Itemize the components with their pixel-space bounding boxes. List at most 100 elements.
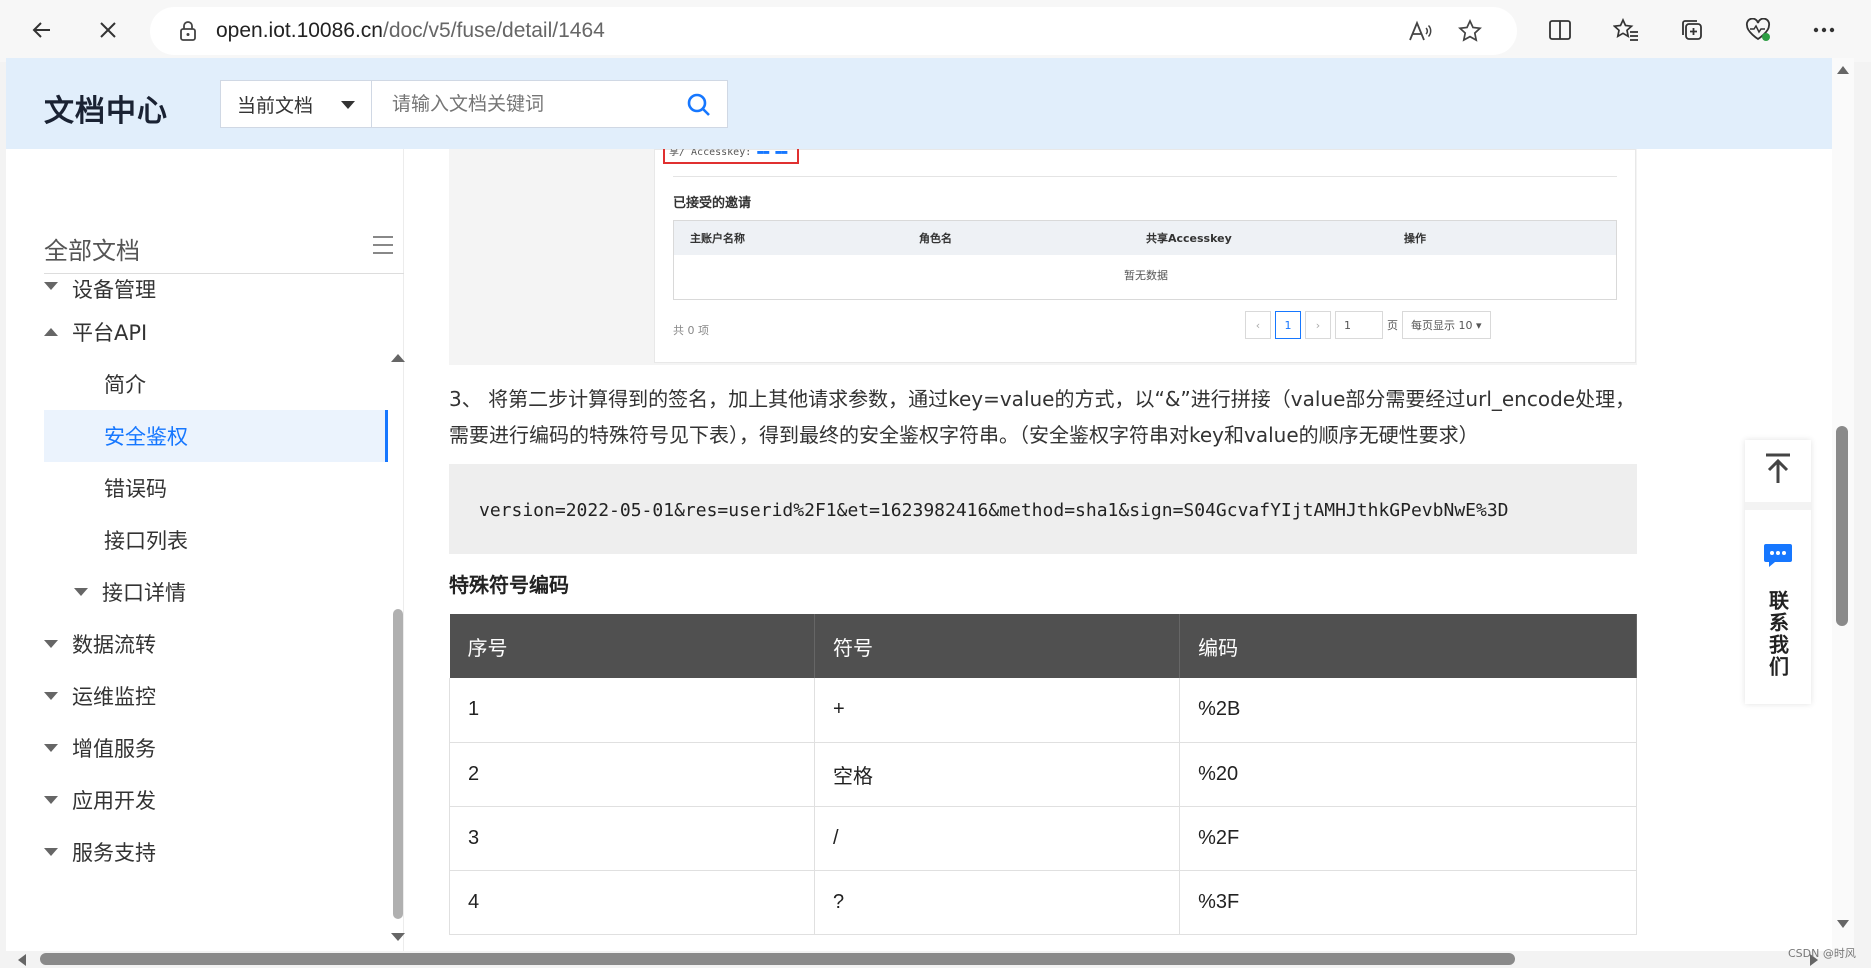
expand-icon (44, 744, 58, 752)
scroll-up-icon[interactable] (1837, 66, 1849, 74)
floating-panel: 联系我们 (1745, 440, 1811, 704)
address-bar[interactable]: open.iot.10086.cn/doc/v5/fuse/detail/146… (150, 7, 1517, 55)
sidebar-item-device-management[interactable]: 设备管理 (44, 274, 388, 302)
sidebar-item-label: 数据流转 (72, 633, 156, 657)
scroll-left-icon[interactable] (18, 954, 26, 966)
favorite-star-icon[interactable] (1450, 11, 1490, 51)
sidebar-item-ops-monitoring[interactable]: 运维监控 (44, 670, 388, 722)
doc-content: 享/ Accesskey: ▬▬ ▬▬ 已接受的邀请 主账户名称 角色名 共享A… (449, 149, 1639, 951)
sidebar-item-label: 接口详情 (102, 581, 186, 605)
watermark: CSDN @时风 (1788, 947, 1856, 960)
screenshot-table-header: 主账户名称 角色名 共享Accesskey 操作 (674, 221, 1616, 255)
doc-nav: 设备管理 平台API 简介 安全鉴权 错误码 接口列表 接口详情 数据流转 运维… (44, 274, 388, 878)
table-cell: %20 (1179, 742, 1637, 807)
table-cell: %3F (1179, 870, 1637, 935)
table-cell: 2 (449, 742, 816, 807)
scrollbar-thumb[interactable] (40, 953, 1515, 965)
sidebar-item-label: 简介 (104, 373, 146, 397)
screenshot-heading: 已接受的邀请 (673, 196, 752, 211)
table-row: 3 / %2F (449, 806, 1637, 871)
read-aloud-icon[interactable] (1400, 11, 1440, 51)
console-screenshot: 享/ Accesskey: ▬▬ ▬▬ 已接受的邀请 主账户名称 角色名 共享A… (449, 149, 1637, 365)
table-cell: 空格 (814, 742, 1181, 807)
column-header: 符号 (814, 614, 1181, 678)
page-horizontal-scrollbar[interactable] (0, 951, 1871, 968)
menu-toggle-icon[interactable] (372, 235, 394, 255)
collapse-icon (44, 328, 58, 336)
link-text: ▬▬ ▬▬ (757, 149, 788, 158)
screenshot-panel: 享/ Accesskey: ▬▬ ▬▬ 已接受的邀请 主账户名称 角色名 共享A… (654, 149, 1636, 363)
contact-us-button[interactable]: 联系我们 (1745, 510, 1811, 704)
total-count: 共 0 项 (673, 324, 709, 337)
column-header: 编码 (1179, 614, 1637, 678)
table-cell: 1 (449, 678, 816, 743)
sidebar-item-intro[interactable]: 简介 (44, 358, 388, 410)
search-scope-select[interactable]: 当前文档 (221, 81, 372, 127)
page-size-label: 每页显示 10 (1411, 319, 1473, 332)
column-header: 共享Accesskey (1146, 232, 1232, 245)
browser-essentials-icon[interactable] (1738, 10, 1778, 50)
next-page-icon: › (1305, 311, 1331, 339)
page-size-select: 每页显示 10 ▾ (1402, 311, 1491, 339)
sidebar-item-error-codes[interactable]: 错误码 (44, 462, 388, 514)
page-vertical-scrollbar[interactable] (1832, 58, 1854, 951)
expand-icon (44, 796, 58, 804)
web-page: 文档中心 当前文档 全部文档 设备管理 平台API 简介 安全鉴权 错误码 接口… (6, 58, 1832, 951)
sidebar-item-label: 平台API (72, 321, 148, 345)
search-box: 当前文档 (220, 80, 728, 128)
chat-icon (1763, 542, 1793, 572)
sidebar: 全部文档 设备管理 平台API 简介 安全鉴权 错误码 接口列表 接口详情 数据… (6, 149, 405, 951)
column-header: 序号 (449, 614, 816, 678)
scroll-down-icon[interactable] (1837, 920, 1849, 928)
scroll-up-icon[interactable] (391, 354, 405, 362)
sidebar-item-data-flow[interactable]: 数据流转 (44, 618, 388, 670)
search-input[interactable] (372, 81, 672, 127)
table-cell: ? (814, 870, 1181, 935)
more-options-icon[interactable] (1804, 10, 1844, 50)
prev-page-icon: ‹ (1245, 311, 1271, 339)
url-path: /doc/v5/fuse/detail/1464 (382, 19, 605, 42)
step-paragraph: 3、 将第二步计算得到的签名，加上其他请求参数，通过key=value的方式，以… (449, 387, 1636, 447)
collections-icon[interactable] (1672, 10, 1712, 50)
search-scope-label: 当前文档 (237, 94, 314, 117)
scroll-down-icon[interactable] (391, 933, 405, 941)
sidebar-item-app-dev[interactable]: 应用开发 (44, 774, 388, 826)
contact-us-label: 联系我们 (1765, 590, 1790, 678)
back-icon[interactable] (22, 10, 62, 50)
sidebar-item-support[interactable]: 服务支持 (44, 826, 388, 878)
search-icon[interactable] (685, 91, 713, 119)
sidebar-item-api-details[interactable]: 接口详情 (44, 566, 388, 618)
split-screen-icon[interactable] (1540, 10, 1580, 50)
table-cell: / (814, 806, 1181, 871)
accesskey-snippet: 享/ Accesskey: (669, 149, 752, 158)
url-text[interactable]: open.iot.10086.cn/doc/v5/fuse/detail/146… (216, 19, 605, 43)
table-row: 4 ? %3F (449, 870, 1637, 935)
site-header: 文档中心 当前文档 (6, 58, 1832, 149)
close-icon[interactable] (88, 10, 128, 50)
column-header: 操作 (1404, 232, 1426, 245)
caret-down-icon (341, 101, 355, 109)
lock-icon[interactable] (178, 20, 198, 42)
back-to-top-button[interactable] (1745, 440, 1811, 510)
sidebar-item-label: 错误码 (104, 477, 167, 501)
scrollbar-thumb[interactable] (1836, 426, 1848, 626)
expand-icon (44, 282, 58, 290)
table-cell: %2B (1179, 678, 1637, 743)
table-cell: 4 (449, 870, 816, 935)
sidebar-item-value-added[interactable]: 增值服务 (44, 722, 388, 774)
table-cell: %2F (1179, 806, 1637, 871)
sidebar-item-platform-api[interactable]: 平台API (44, 306, 388, 358)
favorites-icon[interactable] (1606, 10, 1646, 50)
page-current: 1 (1275, 311, 1301, 339)
sidebar-item-api-list[interactable]: 接口列表 (44, 514, 388, 566)
site-logo[interactable]: 文档中心 (44, 86, 168, 130)
sidebar-scrollbar[interactable] (393, 609, 403, 919)
table-row: 1 + %2B (449, 678, 1637, 743)
sidebar-item-label: 设备管理 (72, 278, 156, 302)
highlight-box: 享/ Accesskey: ▬▬ ▬▬ (663, 149, 799, 164)
browser-toolbar: open.iot.10086.cn/doc/v5/fuse/detail/146… (0, 0, 1871, 62)
sidebar-item-security-auth[interactable]: 安全鉴权 (44, 410, 388, 462)
expand-icon (74, 588, 88, 596)
table-cell: 3 (449, 806, 816, 871)
expand-icon (44, 640, 58, 648)
